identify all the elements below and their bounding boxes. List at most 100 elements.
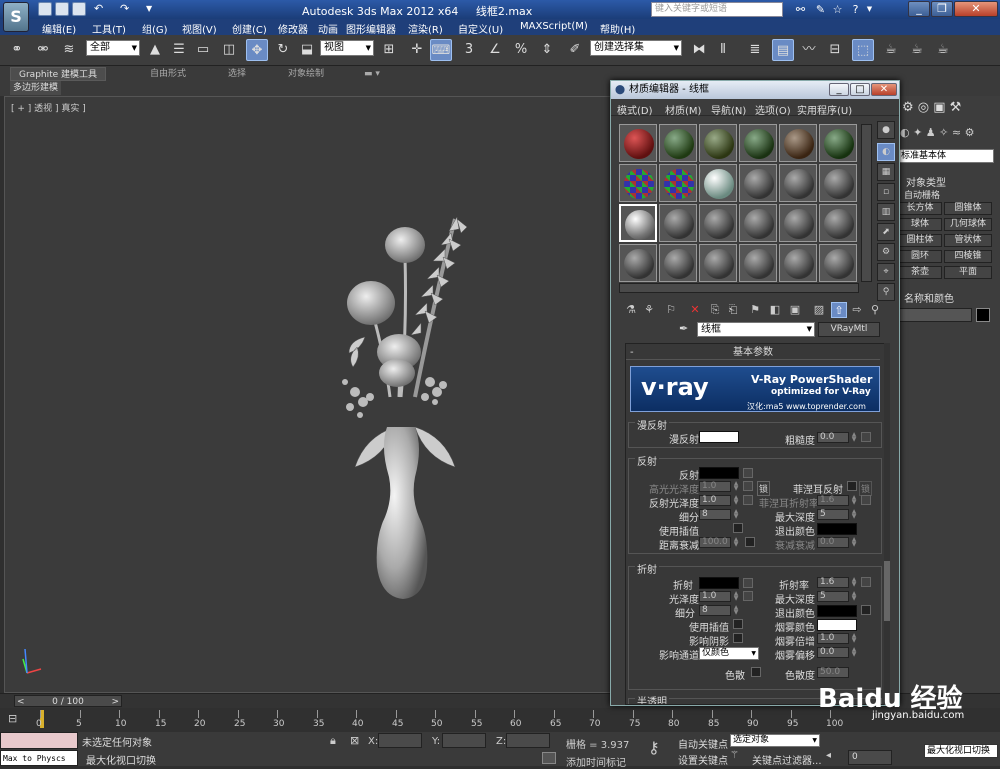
show-shaded-icon[interactable]: ▣ — [787, 302, 803, 318]
y-coordinate-field[interactable] — [442, 733, 486, 748]
roughness-map-button[interactable] — [861, 432, 871, 442]
menu-rendering[interactable]: 渲染(R) — [408, 21, 443, 36]
material-slot[interactable] — [619, 244, 657, 282]
tab-graphite-modeling[interactable]: Graphite 建模工具 — [10, 67, 107, 81]
mw-menu-utilities[interactable]: 实用程序(U) — [797, 102, 852, 117]
rollout-header[interactable]: - 基本参数 — [626, 346, 880, 360]
prev-frame-icon[interactable]: ◂ — [826, 750, 838, 762]
material-map-navigator-icon[interactable]: ⚲ — [877, 283, 895, 301]
put-to-scene-icon[interactable]: ⚘ — [641, 302, 657, 318]
fog-mult-arrows[interactable]: ▲ ▼ — [850, 633, 858, 644]
redo-icon[interactable]: ↷ — [120, 2, 134, 16]
material-slot[interactable] — [619, 164, 657, 202]
backlight-icon[interactable]: ◐ — [877, 143, 895, 161]
roughness-arrows[interactable]: ▲ ▼ — [850, 432, 858, 443]
material-name-field[interactable]: 线框 — [697, 322, 815, 337]
reflect-color-swatch[interactable] — [699, 467, 739, 479]
app-logo-icon[interactable]: S — [3, 2, 29, 32]
refr-exit-color-checkbox[interactable] — [861, 605, 871, 615]
select-and-rotate-icon[interactable]: ↻ — [272, 39, 294, 61]
rollout-name-and-color[interactable]: 名称和颜色 — [904, 290, 954, 305]
selection-filter-dropdown[interactable]: 全部 — [86, 40, 140, 56]
absolute-mode-icon[interactable]: ⊠ — [350, 734, 359, 747]
material-slot[interactable] — [659, 204, 697, 242]
mw-close-button[interactable]: ✕ — [871, 83, 897, 96]
options-icon[interactable]: ⚙ — [877, 243, 895, 261]
make-unique-icon[interactable]: ⎗ — [725, 302, 741, 318]
fresnel-checkbox[interactable] — [847, 481, 857, 491]
refr-gloss-map-button[interactable] — [743, 591, 753, 601]
layer-manager-icon[interactable]: ≣ — [744, 39, 766, 61]
affect-channels-dropdown[interactable]: 仅颜色 — [699, 647, 759, 660]
mw-maximize-button[interactable]: □ — [850, 83, 870, 96]
frame-counter[interactable]: <0 / 100 > — [14, 695, 122, 707]
sample-slots-vscroll[interactable] — [861, 124, 872, 282]
tab-object-paint[interactable]: 对象绘制 — [280, 67, 332, 81]
restore-button[interactable]: ❐ — [931, 1, 953, 17]
tab-selection[interactable]: 选择 — [220, 67, 254, 81]
menu-graph-editors[interactable]: 图形编辑器 — [346, 21, 396, 36]
mw-menu-modes[interactable]: 模式(D) — [617, 102, 653, 117]
material-slot[interactable] — [699, 204, 737, 242]
refr-subdivs-arrows[interactable]: ▲ ▼ — [732, 605, 740, 616]
fog-bias-spinner[interactable]: 0.0 — [817, 647, 849, 658]
dim-distance-spinner[interactable]: 100.0 — [699, 537, 731, 548]
fresnel-ior-map-button[interactable] — [861, 495, 871, 505]
unlink-icon[interactable]: ⚮ — [32, 39, 54, 61]
current-frame-field[interactable]: 0 — [848, 750, 892, 765]
new-file-icon[interactable] — [38, 2, 52, 16]
open-file-icon[interactable] — [55, 2, 69, 16]
fresnel-ior-arrows[interactable]: ▲ ▼ — [850, 495, 858, 506]
reflect-map-button[interactable] — [743, 468, 753, 478]
select-by-name-icon[interactable]: ☰ — [168, 39, 190, 61]
ior-map-button[interactable] — [861, 577, 871, 587]
help-icon[interactable]: ? — [848, 2, 863, 17]
fog-mult-spinner[interactable]: 1.0 — [817, 633, 849, 644]
material-slot[interactable] — [779, 244, 817, 282]
select-manipulate-icon[interactable]: ✛ — [406, 39, 428, 61]
material-slot[interactable] — [779, 204, 817, 242]
link-icon[interactable]: ⚭ — [6, 39, 28, 61]
material-slot[interactable] — [779, 164, 817, 202]
rectangular-selection-icon[interactable]: ▭ — [192, 39, 214, 61]
auto-key-button[interactable]: 自动关键点 — [678, 736, 728, 751]
refr-gloss-arrows[interactable]: ▲ ▼ — [732, 591, 740, 602]
refl-max-depth-arrows[interactable]: ▲ ▼ — [850, 509, 858, 520]
material-type-button[interactable]: VRayMtl — [818, 322, 880, 337]
refl-gloss-spinner[interactable]: 1.0 — [699, 495, 731, 506]
mw-menu-navigation[interactable]: 导航(N) — [711, 102, 746, 117]
maxscript-listener-input[interactable]: Max to Physcs — [0, 750, 78, 766]
refr-subdivs-spinner[interactable]: 8 — [699, 605, 731, 616]
select-by-material-icon[interactable]: ⌖ — [877, 263, 895, 281]
tube-button[interactable]: 管状体 — [944, 234, 992, 247]
box-button[interactable]: 长方体 — [898, 202, 942, 215]
reference-coordinate-dropdown[interactable]: 视图 — [320, 40, 374, 56]
hilight-gloss-spinner[interactable]: 1.0 — [699, 481, 731, 492]
refl-gloss-map-button[interactable] — [743, 495, 753, 505]
material-slot[interactable] — [739, 244, 777, 282]
key-icon[interactable]: ⚷ — [648, 738, 660, 757]
rollout-collapse-icon[interactable]: - — [630, 346, 634, 360]
dispersion-checkbox[interactable] — [751, 667, 761, 677]
copy-material-icon[interactable]: ⎘ — [707, 302, 723, 318]
object-color-swatch[interactable] — [976, 308, 990, 322]
go-to-parent-icon[interactable]: ⇧ — [831, 302, 847, 318]
geosphere-button[interactable]: 几何球体 — [944, 218, 992, 231]
edit-named-selection-icon[interactable]: ✐ — [564, 39, 586, 61]
keyboard-shortcut-override-icon[interactable]: ⌨ — [430, 39, 452, 61]
tab-freeform[interactable]: 自由形式 — [142, 67, 194, 81]
key-filters-button[interactable]: 关键点过滤器... — [752, 752, 822, 767]
material-slot[interactable] — [619, 204, 657, 242]
hilight-gloss-map-button[interactable] — [743, 481, 753, 491]
dim-distance-arrows[interactable]: ▲ ▼ — [732, 537, 740, 548]
fog-bias-arrows[interactable]: ▲ ▼ — [850, 647, 858, 658]
material-slot[interactable] — [699, 244, 737, 282]
search-input[interactable]: 键入关键字或短语 — [651, 2, 783, 17]
material-slot[interactable] — [699, 164, 737, 202]
material-slot[interactable] — [659, 164, 697, 202]
rollout-object-type[interactable]: 对象类型 — [906, 174, 946, 189]
abbe-spinner[interactable]: 50.0 — [817, 667, 849, 678]
select-object-icon[interactable]: ▲ — [144, 39, 166, 61]
help-dropdown-icon[interactable]: ▼ — [862, 2, 877, 17]
show-end-result-icon[interactable]: ▨ — [811, 302, 827, 318]
